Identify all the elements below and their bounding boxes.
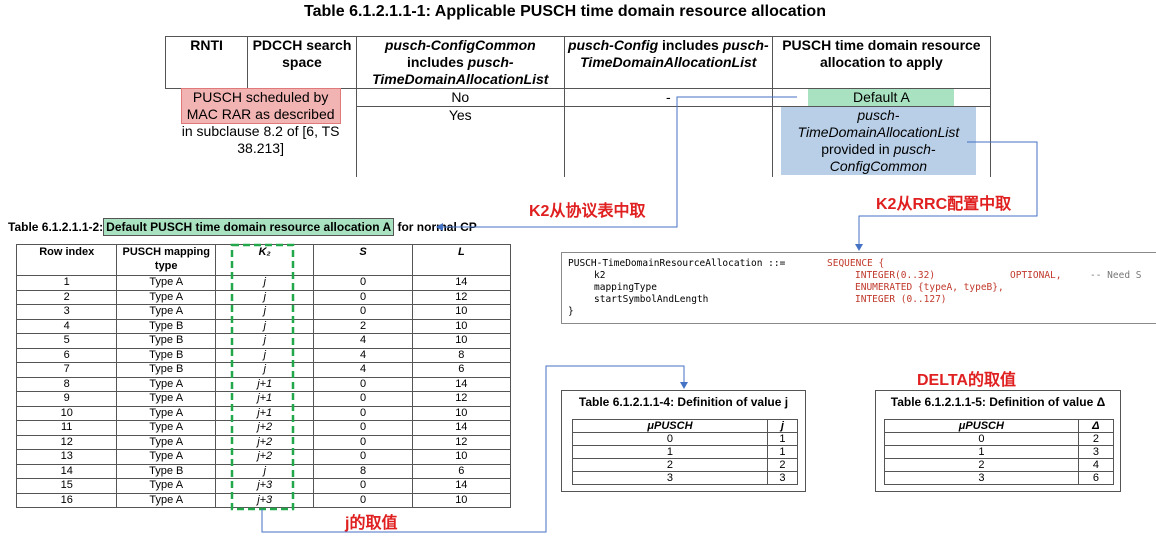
arrow-j: [261, 365, 688, 533]
arrow-default-a: [436, 96, 797, 231]
annotation-overlay: [230, 96, 1038, 533]
k2-column-dashed-box: [230, 243, 295, 511]
arrow-rrc: [855, 141, 1038, 251]
